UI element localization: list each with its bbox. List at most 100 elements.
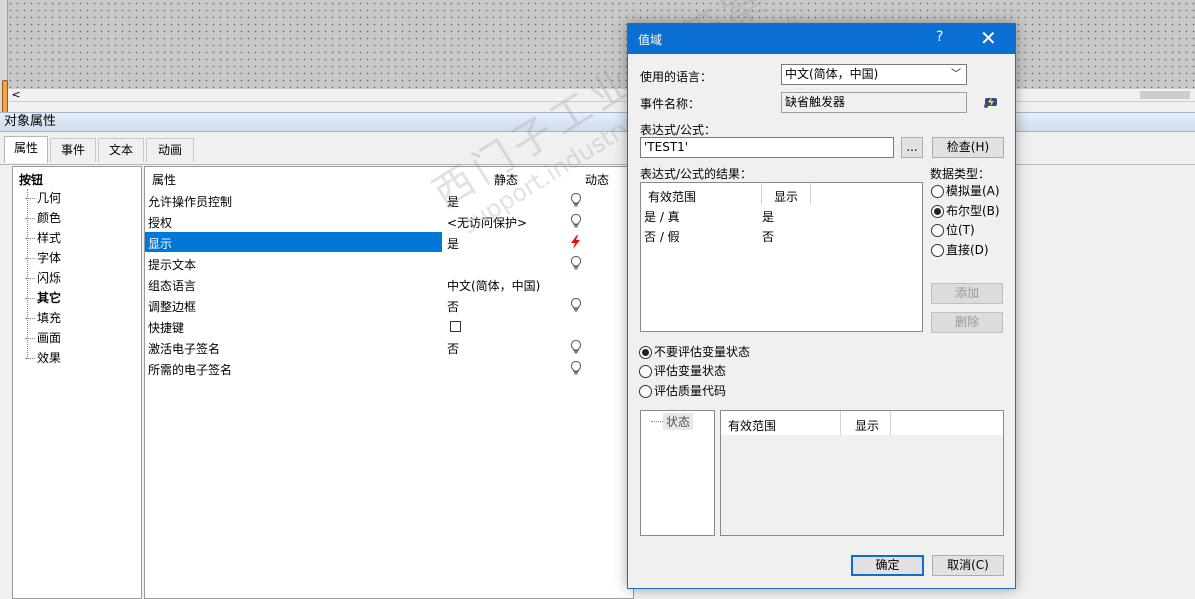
check-button[interactable]: 检查(H) (932, 137, 1004, 158)
property-name[interactable]: 组态语言 (148, 277, 196, 294)
lightbulb-icon[interactable] (568, 192, 584, 208)
tree-item-misc[interactable]: 其它 (24, 289, 61, 307)
bottom-header-display[interactable]: 显示 (855, 417, 879, 434)
delete-button[interactable]: 删除 (931, 312, 1003, 333)
datatype-bit-radio[interactable]: 位(T) (931, 222, 975, 238)
result-row-range[interactable]: 否 / 假 (644, 228, 680, 245)
help-icon[interactable]: ? (936, 29, 943, 45)
result-label: 表达式/公式的结果： (640, 167, 753, 181)
result-row-display[interactable]: 是 (762, 208, 774, 225)
column-header-property[interactable]: 属性 (152, 171, 176, 188)
close-icon[interactable]: ✕ (980, 26, 997, 50)
column-separator (761, 183, 762, 205)
dialog-title: 值域 (638, 33, 663, 47)
dialog-titlebar[interactable]: 值域 ? ✕ (628, 24, 1015, 54)
column-separator (890, 411, 891, 435)
property-name[interactable]: 所需的电子签名 (148, 361, 232, 378)
event-name-label: 事件名称： (640, 97, 701, 111)
result-header-display[interactable]: 显示 (774, 188, 798, 205)
property-grid: 属性 静态 动态 允许操作员控制是授权 <无访问保护> 显示是提示文本 组态语言 中文(… (144, 166, 634, 599)
bottom-table: 有效范围 显示 (720, 410, 1004, 536)
tree-root-button[interactable]: 按钮 (19, 171, 43, 188)
result-row-display[interactable]: 否 (762, 228, 774, 245)
tree-connector (27, 189, 28, 359)
lightbulb-icon[interactable] (568, 255, 584, 271)
result-row-range[interactable]: 是 / 真 (644, 208, 680, 225)
expression-input[interactable]: 'TEST1' (640, 137, 894, 158)
datatype-label: 数据类型： (930, 167, 991, 181)
property-row[interactable]: 组态语言 中文(简体，中国) (145, 274, 631, 295)
cancel-button[interactable]: 取消(C) (932, 555, 1004, 576)
browse-button[interactable]: ... (901, 137, 923, 158)
datatype-bool-radio[interactable]: 布尔型(B) (931, 203, 1000, 219)
property-row[interactable]: 提示文本 (145, 253, 631, 274)
column-header-static[interactable]: 静态 (494, 171, 518, 188)
property-name[interactable]: 快捷键 (148, 319, 184, 336)
lightbulb-icon[interactable] (568, 339, 584, 355)
property-row[interactable]: 允许操作员控制 是 (145, 190, 631, 211)
tab-properties[interactable]: 属性 (4, 136, 48, 163)
selection-highlight (145, 232, 442, 252)
lightning-icon[interactable] (568, 234, 584, 250)
eval-quality-radio[interactable]: 评估质量代码 (639, 383, 726, 399)
property-row[interactable]: 所需的电子签名 (145, 358, 631, 379)
property-tree: 按钮 几何 颜色 样式 字体 闪烁 其它 填充 画面 效果 (12, 166, 142, 599)
datatype-direct-radio[interactable]: 直接(D) (931, 242, 989, 258)
column-separator (840, 411, 841, 435)
result-table: 有效范围 显示 是 / 真 是 否 / 假 否 (640, 182, 923, 332)
lightbulb-icon[interactable] (568, 360, 584, 376)
value-range-dialog: 值域 ? ✕ 使用的语言： 中文(简体，中国) ﹀ 事件名称： 缺省触发器 表达… (627, 23, 1016, 589)
tree-item-font[interactable]: 字体 (24, 249, 61, 267)
property-static-value[interactable]: 否 (447, 340, 459, 357)
property-name[interactable]: 允许操作员控制 (148, 193, 232, 210)
property-static-value[interactable]: 是 (447, 193, 459, 210)
property-name[interactable]: 显示 (148, 235, 172, 252)
property-name[interactable]: 提示文本 (148, 256, 196, 273)
property-static-value[interactable]: <无访问保护> (447, 214, 527, 231)
language-select-value: 中文(简体，中国) (785, 67, 879, 81)
result-header-range[interactable]: 有效范围 (648, 188, 696, 205)
language-label: 使用的语言： (640, 70, 713, 84)
property-name[interactable]: 激活电子签名 (148, 340, 220, 357)
no-eval-status-radio[interactable]: 不要评估变量状态 (639, 344, 750, 360)
property-name[interactable]: 授权 (148, 214, 172, 231)
tree-item-style[interactable]: 样式 (24, 229, 61, 247)
tree-item-fill[interactable]: 填充 (24, 309, 61, 327)
scroll-left-arrow-icon[interactable]: < (9, 88, 23, 102)
property-name[interactable]: 调整边框 (148, 298, 196, 315)
scroll-thumb[interactable] (1140, 91, 1190, 99)
bottom-header-range[interactable]: 有效范围 (728, 417, 776, 434)
add-button[interactable]: 添加 (931, 283, 1003, 304)
shortcut-checkbox[interactable] (450, 321, 461, 332)
property-row[interactable]: 授权 <无访问保护> (145, 211, 631, 232)
tree-item-flashing[interactable]: 闪烁 (24, 269, 61, 287)
property-static-value[interactable]: 否 (447, 298, 459, 315)
property-row[interactable]: 显示 是 (145, 232, 631, 253)
property-row[interactable]: 快捷键 (145, 316, 631, 337)
column-header-dynamic[interactable]: 动态 (585, 171, 609, 188)
lightbulb-icon[interactable] (568, 213, 584, 229)
status-tree: 状态 (640, 410, 715, 536)
status-tree-item[interactable]: 状态 (663, 413, 694, 430)
tree-item-effects[interactable]: 效果 (24, 349, 61, 367)
chevron-down-icon: ﹀ (951, 69, 961, 80)
language-select[interactable]: 中文(简体，中国) ﹀ (781, 64, 967, 85)
lightbulb-icon[interactable] (568, 297, 584, 313)
property-static-value[interactable]: 中文(简体，中国) (447, 277, 540, 294)
tab-text[interactable]: 文本 (98, 138, 144, 162)
property-row[interactable]: 调整边框 否 (145, 295, 631, 316)
tab-events[interactable]: 事件 (50, 138, 96, 162)
column-separator (810, 183, 811, 205)
property-static-value[interactable]: 是 (447, 235, 459, 252)
trigger-icon[interactable] (982, 93, 1000, 111)
tab-animation[interactable]: 动画 (146, 138, 194, 162)
ok-button[interactable]: 确定 (851, 555, 924, 576)
tree-item-geometry[interactable]: 几何 (24, 189, 61, 207)
tree-item-color[interactable]: 颜色 (24, 209, 61, 227)
expression-label: 表达式/公式： (640, 123, 717, 137)
horizontal-scrollbar[interactable]: < (8, 88, 1195, 102)
datatype-analog-radio[interactable]: 模拟量(A) (931, 183, 1000, 199)
eval-status-radio[interactable]: 评估变量状态 (639, 363, 726, 379)
tree-item-picture[interactable]: 画面 (24, 329, 61, 347)
property-row[interactable]: 激活电子签名 否 (145, 337, 631, 358)
